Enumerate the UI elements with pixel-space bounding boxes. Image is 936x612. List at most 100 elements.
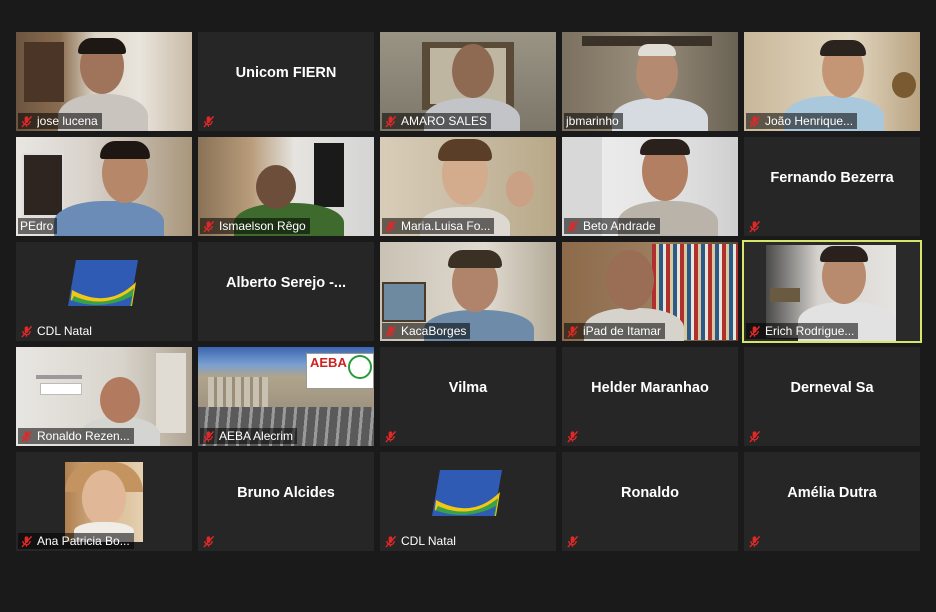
mic-muted-icon — [203, 430, 215, 443]
mic-muted-icon — [203, 220, 215, 233]
participant-name: Erich Rodrigue... — [765, 324, 855, 338]
mic-muted-icon — [21, 325, 33, 338]
participant-tile[interactable]: Beto Andrade — [562, 137, 738, 236]
mic-muted-icon — [385, 115, 397, 128]
mic-muted-icon — [21, 430, 33, 443]
participant-tile[interactable]: Maria.Luisa Fo... — [380, 137, 556, 236]
participant-tile[interactable]: Ronaldo Rezen... — [16, 347, 192, 446]
participant-tile[interactable]: João Henrique... — [744, 32, 920, 131]
mic-muted-icon — [749, 535, 761, 548]
participant-name-label: Beto Andrade — [564, 218, 660, 234]
participant-name-label: jbmarinho — [564, 113, 623, 129]
participant-name: CDL Natal — [401, 534, 456, 548]
participant-tile[interactable]: Fernando Bezerra — [744, 137, 920, 236]
mic-muted-icon — [385, 430, 397, 443]
participant-name-label — [746, 218, 769, 234]
participant-name-label — [382, 428, 405, 444]
participant-tile[interactable]: iPad de Itamar — [562, 242, 738, 341]
participant-name: Ronaldo Rezen... — [37, 429, 130, 443]
participant-name-label — [200, 113, 223, 129]
participant-name-label — [200, 533, 223, 549]
participant-name: Beto Andrade — [583, 219, 656, 233]
participant-tile[interactable]: Vilma — [380, 347, 556, 446]
participant-name: iPad de Itamar — [583, 324, 662, 338]
participant-name-label: Maria.Luisa Fo... — [382, 218, 495, 234]
mic-muted-icon — [749, 220, 761, 233]
participant-name-label — [746, 428, 769, 444]
mic-muted-icon — [21, 115, 33, 128]
mic-muted-icon — [749, 325, 761, 338]
mic-muted-icon — [203, 535, 215, 548]
participant-name-label — [564, 533, 587, 549]
participant-tile-active-speaker[interactable]: Erich Rodrigue... — [742, 240, 922, 343]
participant-name-label — [746, 533, 769, 549]
participant-name-label: CDL Natal — [382, 533, 460, 549]
participant-tile[interactable]: CDL Natal — [16, 242, 192, 341]
participant-name: Ana Patricia Bo... — [37, 534, 130, 548]
participant-name-label: AMARO SALES — [382, 113, 492, 129]
participant-name-label: PEdro — [18, 218, 58, 234]
participant-tile[interactable]: Alberto Serejo -... — [198, 242, 374, 341]
video-gallery: jose lucena Unicom FIERN AMARO SALES jbm… — [16, 32, 922, 552]
mic-muted-icon — [385, 535, 397, 548]
participant-tile[interactable]: Helder Maranhao — [562, 347, 738, 446]
participant-name: KacaBorges — [401, 324, 467, 338]
participant-display-name: Vilma — [448, 379, 488, 396]
participant-name-label: Ismaelson Rêgo — [200, 218, 310, 234]
mic-muted-icon — [567, 430, 579, 443]
participant-display-name: Derneval Sa — [790, 379, 874, 396]
participant-name-label: KacaBorges — [382, 323, 471, 339]
participant-tile[interactable]: CDL Natal — [380, 452, 556, 551]
cdl-natal-logo — [16, 256, 192, 314]
participant-display-name: Bruno Alcides — [237, 484, 335, 501]
participant-tile[interactable]: Ana Patricia Bo... — [16, 452, 192, 551]
participant-name: Ismaelson Rêgo — [219, 219, 306, 233]
participant-tile[interactable]: Ronaldo — [562, 452, 738, 551]
participant-name-label: CDL Natal — [18, 323, 96, 339]
mic-muted-icon — [567, 535, 579, 548]
participant-tile[interactable]: jose lucena — [16, 32, 192, 131]
mic-muted-icon — [567, 220, 579, 233]
participant-name: jose lucena — [37, 114, 98, 128]
participant-name: jbmarinho — [566, 114, 619, 128]
mic-muted-icon — [749, 115, 761, 128]
participant-display-name: Unicom FIERN — [235, 64, 337, 81]
aeba-logo-text: AEBA — [310, 355, 347, 370]
participant-tile[interactable]: PEdro — [16, 137, 192, 236]
participant-tile[interactable]: Derneval Sa — [744, 347, 920, 446]
mic-muted-icon — [385, 220, 397, 233]
participant-name-label: iPad de Itamar — [564, 323, 666, 339]
participant-name-label: Ronaldo Rezen... — [18, 428, 134, 444]
participant-name-label — [564, 428, 587, 444]
mic-muted-icon — [385, 325, 397, 338]
participant-tile[interactable]: AMARO SALES — [380, 32, 556, 131]
participant-display-name: Ronaldo — [621, 484, 679, 501]
participant-name: Maria.Luisa Fo... — [401, 219, 491, 233]
participant-tile[interactable]: jbmarinho — [562, 32, 738, 131]
participant-display-name: Helder Maranhao — [591, 379, 709, 396]
participant-display-name: Amélia Dutra — [787, 484, 877, 501]
participant-name-label: Erich Rodrigue... — [746, 323, 859, 339]
participant-tile[interactable]: AEBA AEBA Alecrim — [198, 347, 374, 446]
participant-display-name: Fernando Bezerra — [770, 169, 894, 186]
participant-tile[interactable]: Amélia Dutra — [744, 452, 920, 551]
participant-name-label: Ana Patricia Bo... — [18, 533, 134, 549]
mic-muted-icon — [21, 535, 33, 548]
participant-name-label: João Henrique... — [746, 113, 858, 129]
participant-tile[interactable]: Ismaelson Rêgo — [198, 137, 374, 236]
participant-name: João Henrique... — [765, 114, 854, 128]
cdl-natal-logo — [380, 466, 556, 524]
participant-name-label: AEBA Alecrim — [200, 428, 298, 444]
participant-name: CDL Natal — [37, 324, 92, 338]
participant-name-label: jose lucena — [18, 113, 102, 129]
participant-tile[interactable]: Bruno Alcides — [198, 452, 374, 551]
participant-tile[interactable]: KacaBorges — [380, 242, 556, 341]
participant-name: PEdro — [20, 219, 54, 233]
mic-muted-icon — [749, 430, 761, 443]
mic-muted-icon — [203, 115, 215, 128]
participant-name: AMARO SALES — [401, 114, 488, 128]
participant-tile[interactable]: Unicom FIERN — [198, 32, 374, 131]
participant-display-name: Alberto Serejo -... — [225, 274, 347, 291]
mic-muted-icon — [567, 325, 579, 338]
participant-name: AEBA Alecrim — [219, 429, 294, 443]
